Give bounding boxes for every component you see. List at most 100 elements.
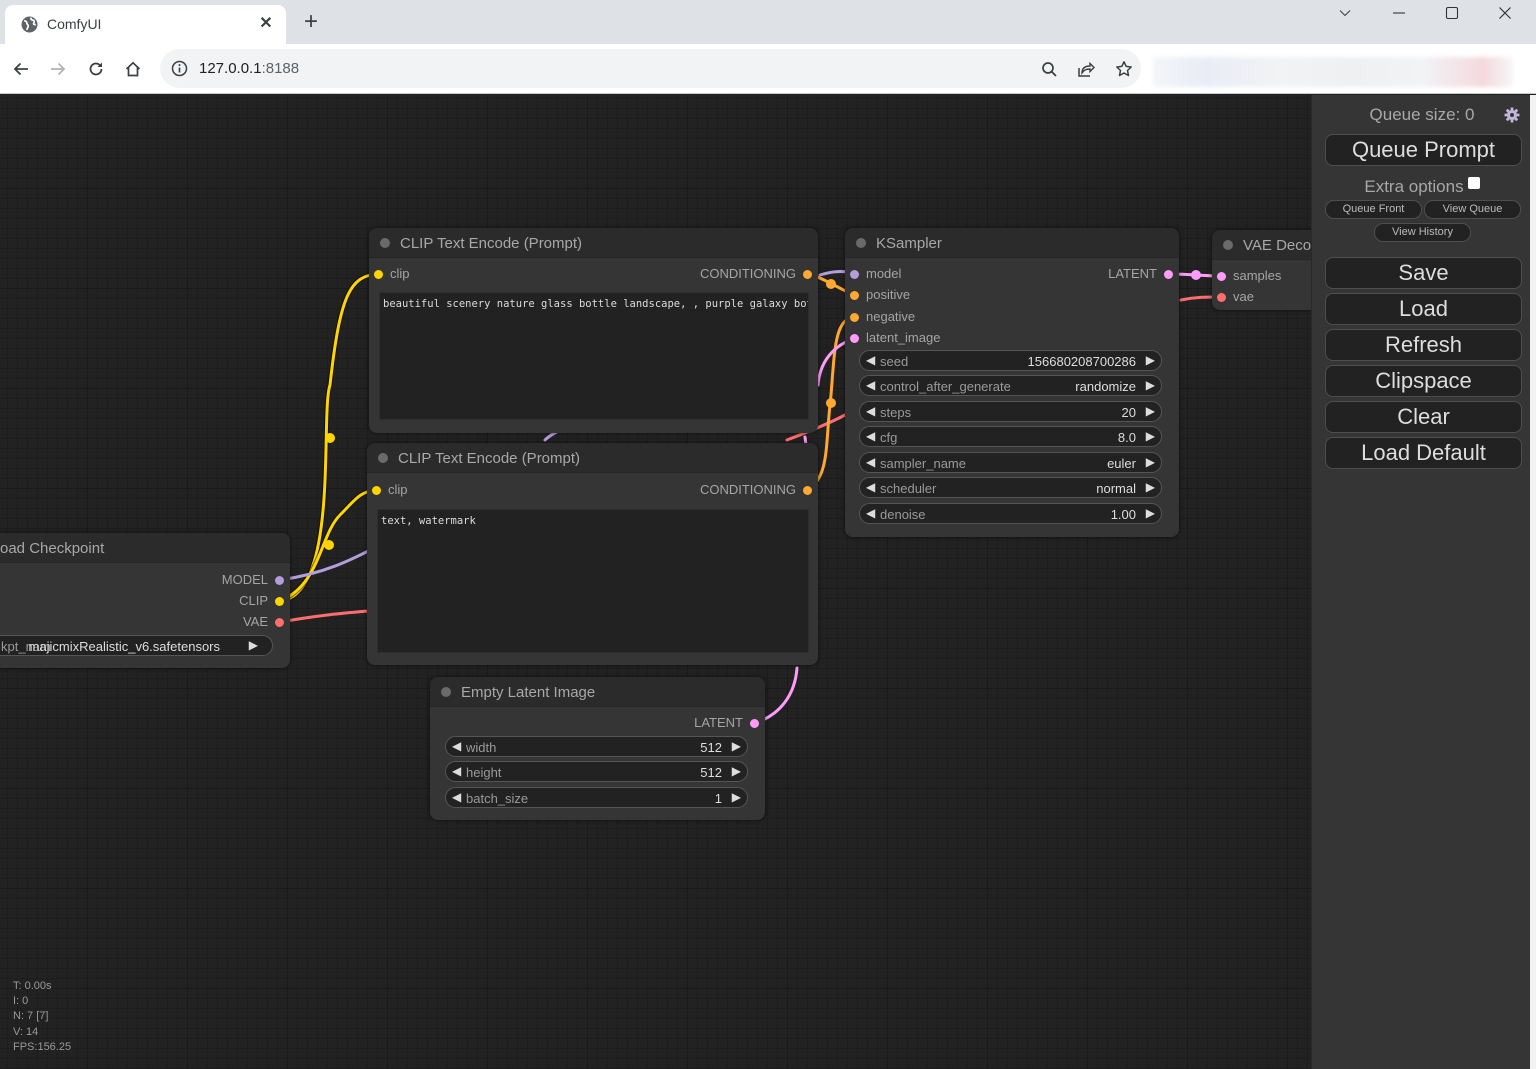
- increment-arrow-icon[interactable]: ▶: [732, 790, 741, 804]
- home-button[interactable]: [118, 54, 148, 84]
- back-button[interactable]: [6, 54, 36, 84]
- bookmark-button[interactable]: [1113, 58, 1135, 80]
- wire-midpoint[interactable]: [324, 540, 334, 550]
- collapse-dot[interactable]: [380, 238, 390, 248]
- pin-conditioning[interactable]: [803, 270, 812, 279]
- input-slot-vae[interactable]: vae: [1217, 289, 1254, 305]
- wire-midpoint[interactable]: [1191, 270, 1201, 280]
- close-window-button[interactable]: [1482, 0, 1528, 26]
- clear-button[interactable]: Clear: [1325, 401, 1522, 433]
- widget-value[interactable]: 1.00: [1111, 507, 1136, 522]
- prompt-textarea[interactable]: text, watermark: [377, 509, 809, 653]
- load-button[interactable]: Load: [1325, 293, 1522, 325]
- pin-latent[interactable]: [1164, 270, 1173, 279]
- increment-arrow-icon[interactable]: ▶: [1146, 353, 1155, 367]
- output-slot-vae[interactable]: VAE: [243, 614, 284, 630]
- node-title-bar[interactable]: oad Checkpoint: [0, 533, 290, 563]
- input-slot-latent-image[interactable]: latent_image: [850, 330, 940, 346]
- increment-arrow-icon[interactable]: ▶: [1146, 506, 1155, 520]
- node-empty-latent-image[interactable]: Empty Latent Image LATENT ◀ width 512 ▶ …: [430, 677, 765, 820]
- reload-button[interactable]: [81, 54, 111, 84]
- increment-arrow-icon[interactable]: ▶: [1146, 404, 1155, 418]
- node-title-bar[interactable]: Empty Latent Image: [430, 677, 765, 707]
- zoom-button[interactable]: [1038, 58, 1060, 80]
- widget-control-after-generate[interactable]: ◀ control_after_generate randomize ▶: [859, 375, 1162, 396]
- pin-latent[interactable]: [750, 719, 759, 728]
- output-slot-latent[interactable]: LATENT: [694, 715, 759, 731]
- extra-options-checkbox[interactable]: [1467, 177, 1480, 189]
- save-button[interactable]: Save: [1325, 257, 1522, 289]
- wire-midpoint[interactable]: [325, 433, 335, 443]
- widget-steps[interactable]: ◀ steps 20 ▶: [859, 401, 1162, 422]
- increment-arrow-icon[interactable]: ▶: [249, 638, 258, 652]
- decrement-arrow-icon[interactable]: ◀: [866, 378, 875, 392]
- widget-value[interactable]: normal: [1096, 481, 1136, 496]
- output-slot-conditioning[interactable]: CONDITIONING: [700, 482, 812, 498]
- widget-value[interactable]: euler: [1107, 456, 1136, 471]
- maximize-button[interactable]: [1429, 0, 1475, 26]
- widget-batch-size[interactable]: ◀ batch_size 1 ▶: [445, 787, 748, 808]
- browser-tab[interactable]: ComfyUI ✕: [5, 5, 286, 44]
- clipspace-button[interactable]: Clipspace: [1325, 365, 1522, 397]
- minimize-button[interactable]: [1376, 0, 1422, 26]
- input-slot-clip[interactable]: clip: [374, 266, 410, 282]
- increment-arrow-icon[interactable]: ▶: [1146, 480, 1155, 494]
- load-default-button[interactable]: Load Default: [1325, 437, 1522, 469]
- graph-canvas[interactable]: CLIP Text Encode (Prompt) clip CONDITION…: [0, 95, 1311, 1069]
- input-slot-samples[interactable]: samples: [1217, 268, 1281, 284]
- pin-model[interactable]: [850, 270, 859, 279]
- decrement-arrow-icon[interactable]: ◀: [452, 764, 461, 778]
- collapse-dot[interactable]: [1223, 240, 1233, 250]
- pin-positive[interactable]: [850, 291, 859, 300]
- queue-prompt-button[interactable]: Queue Prompt: [1325, 134, 1522, 166]
- widget-scheduler[interactable]: ◀ scheduler normal ▶: [859, 477, 1162, 498]
- input-slot-negative[interactable]: negative: [850, 309, 915, 325]
- input-slot-clip[interactable]: clip: [372, 482, 408, 498]
- widget-value[interactable]: 1: [715, 791, 722, 806]
- decrement-arrow-icon[interactable]: ◀: [452, 790, 461, 804]
- node-title-bar[interactable]: CLIP Text Encode (Prompt): [367, 443, 818, 473]
- prompt-textarea[interactable]: beautiful scenery nature glass bottle la…: [379, 292, 809, 420]
- pin-vae[interactable]: [275, 618, 284, 627]
- widget-height[interactable]: ◀ height 512 ▶: [445, 761, 748, 782]
- collapse-dot[interactable]: [378, 453, 388, 463]
- pin-samples[interactable]: [1217, 272, 1226, 281]
- decrement-arrow-icon[interactable]: ◀: [866, 353, 875, 367]
- node-title-bar[interactable]: VAE Deco: [1212, 230, 1311, 260]
- widget-value[interactable]: 8.0: [1118, 430, 1136, 445]
- wire-midpoint[interactable]: [826, 279, 836, 289]
- input-slot-model[interactable]: model: [850, 266, 901, 282]
- pin-model[interactable]: [275, 576, 284, 585]
- close-icon[interactable]: ✕: [256, 13, 276, 35]
- widget-value[interactable]: randomize: [1075, 379, 1136, 394]
- pin-vae[interactable]: [1217, 293, 1226, 302]
- widget-seed[interactable]: ◀ seed 156680208700286 ▶: [859, 350, 1162, 371]
- collapse-dot[interactable]: [441, 687, 451, 697]
- pin-latent-image[interactable]: [850, 334, 859, 343]
- node-vae-decode[interactable]: VAE Deco samples vae: [1212, 230, 1311, 310]
- node-clip-text-encode-negative[interactable]: CLIP Text Encode (Prompt) clip CONDITION…: [367, 443, 818, 665]
- info-icon[interactable]: [171, 60, 188, 77]
- output-slot-conditioning[interactable]: CONDITIONING: [700, 266, 812, 282]
- pin-clip[interactable]: [372, 486, 381, 495]
- output-slot-latent[interactable]: LATENT: [1108, 266, 1173, 282]
- refresh-button[interactable]: Refresh: [1325, 329, 1522, 361]
- forward-button[interactable]: [43, 54, 73, 84]
- decrement-arrow-icon[interactable]: ◀: [866, 506, 875, 520]
- address-bar[interactable]: 127.0.0.1:8188: [160, 49, 1141, 88]
- decrement-arrow-icon[interactable]: ◀: [866, 455, 875, 469]
- increment-arrow-icon[interactable]: ▶: [732, 764, 741, 778]
- output-slot-clip[interactable]: CLIP: [239, 593, 284, 609]
- widget-value[interactable]: 512: [700, 740, 722, 755]
- node-title-bar[interactable]: KSampler: [845, 228, 1179, 258]
- decrement-arrow-icon[interactable]: ◀: [452, 739, 461, 753]
- node-clip-text-encode-positive[interactable]: CLIP Text Encode (Prompt) clip CONDITION…: [369, 228, 818, 433]
- widget-value[interactable]: 512: [700, 765, 722, 780]
- new-tab-button[interactable]: +: [299, 9, 323, 35]
- pin-clip[interactable]: [275, 597, 284, 606]
- collapse-dot[interactable]: [856, 238, 866, 248]
- node-title-bar[interactable]: CLIP Text Encode (Prompt): [369, 228, 818, 258]
- decrement-arrow-icon[interactable]: ◀: [866, 480, 875, 494]
- widget-value[interactable]: majicmixRealistic_v6.safetensors: [29, 639, 220, 654]
- increment-arrow-icon[interactable]: ▶: [1146, 455, 1155, 469]
